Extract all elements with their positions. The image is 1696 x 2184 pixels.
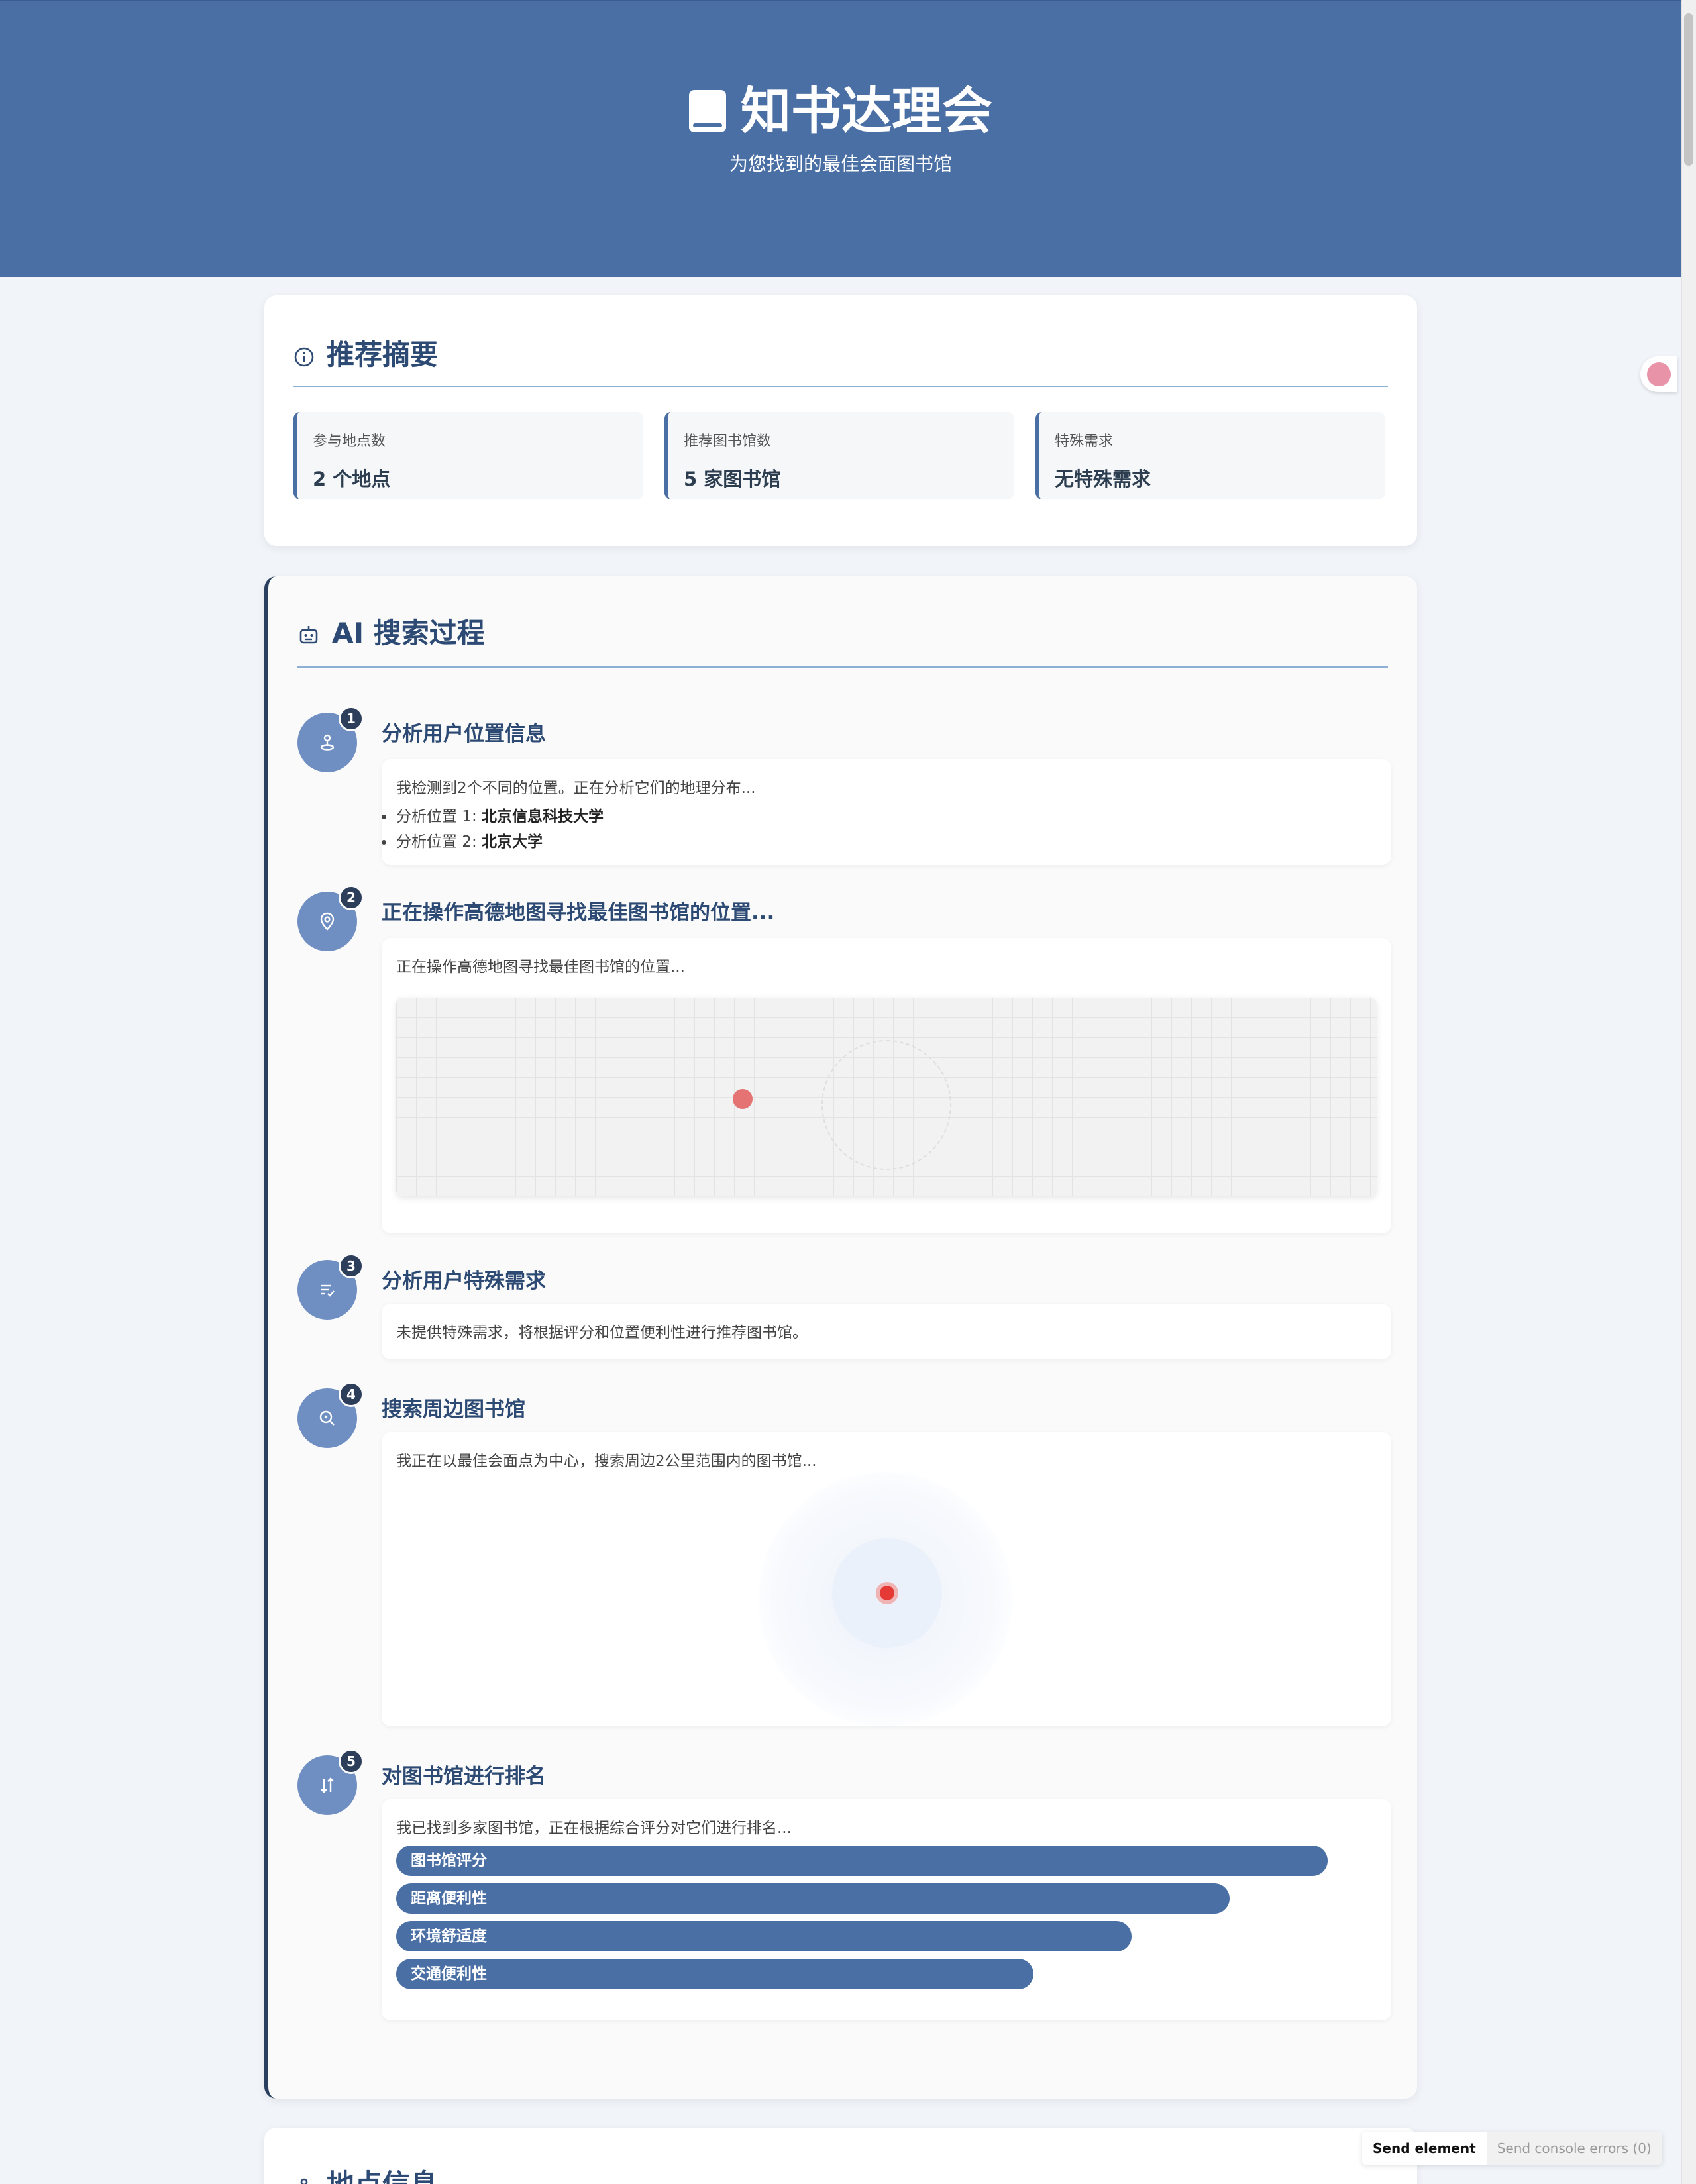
step-number: 5	[339, 1749, 364, 1774]
step-5-icon-circle: 5	[297, 1749, 364, 1815]
location-title: 地点信息	[293, 2162, 438, 2184]
ai-title: AI 搜索过程	[297, 611, 485, 651]
send-element-button[interactable]: Send element	[1362, 2132, 1487, 2165]
list-item-prefix: 分析位置 1:	[396, 808, 482, 825]
list-item: 分析位置 1: 北京信息科技大学	[382, 804, 1377, 829]
scroll-thumb[interactable]	[1684, 13, 1693, 166]
info-icon	[294, 347, 314, 366]
ai-process-card: AI 搜索过程 1 分析用户位置信息 我检测到2个不同的位置。正在分析它们的地理…	[264, 576, 1417, 2099]
list-item-name: 北京信息科技大学	[482, 808, 604, 825]
map-pin-person-icon	[300, 2178, 308, 2184]
robot-icon	[299, 625, 318, 643]
step-number: 2	[339, 885, 364, 910]
stat-label: 特殊需求	[1055, 433, 1114, 450]
location-title-text: 地点信息	[327, 2168, 438, 2184]
step-1-icon-circle: 1	[297, 706, 364, 772]
stat-value: 2 个地点	[313, 468, 391, 490]
map-marker	[733, 1089, 753, 1109]
step-4-text: 我正在以最佳会面点为中心，搜索周边2公里范围内的图书馆...	[396, 1453, 817, 1470]
devtools-send-group: Send element Send console errors (0)	[1362, 2132, 1662, 2165]
ai-divider	[297, 666, 1388, 668]
location-card: 地点信息	[264, 2128, 1417, 2184]
step-3-content: 未提供特殊需求，将根据评分和位置便利性进行推荐图书馆。	[382, 1304, 1391, 1359]
step-5-text: 我已找到多家图书馆，正在根据综合评分对它们进行排名...	[396, 1820, 792, 1837]
summary-title: 推荐摘要	[293, 333, 438, 373]
list-item: 分析位置 2: 北京大学	[382, 829, 1377, 855]
map-search-ring	[822, 1040, 951, 1170]
app-title-text: 知书达理会	[741, 81, 992, 140]
step-number: 1	[339, 706, 364, 731]
ranking-bars: 图书馆评分 距离便利性 环境舒适度 交通便利性	[396, 1846, 1377, 1989]
stat-libraries: 推荐图书馆数 5 家图书馆	[664, 412, 1014, 499]
summary-title-text: 推荐摘要	[327, 338, 439, 371]
step-4-content: 我正在以最佳会面点为中心，搜索周边2公里范围内的图书馆...	[382, 1432, 1391, 1726]
app-title: 知书达理会	[0, 70, 1681, 143]
stat-value: 无特殊需求	[1055, 468, 1151, 490]
translate-icon	[1647, 362, 1671, 386]
step-2-title: 正在操作高德地图寻找最佳图书馆的位置...	[382, 901, 775, 925]
radar-center-marker	[876, 1582, 898, 1604]
book-icon	[689, 90, 726, 132]
stat-label: 参与地点数	[313, 433, 386, 450]
step-2-text: 正在操作高德地图寻找最佳图书馆的位置...	[396, 959, 685, 976]
step-2-content: 正在操作高德地图寻找最佳图书馆的位置...	[382, 938, 1391, 1233]
step-number: 4	[339, 1382, 364, 1407]
step-5-title: 对图书馆进行排名	[382, 1765, 546, 1789]
map-preview[interactable]	[396, 998, 1377, 1196]
search-location-icon	[319, 1410, 335, 1426]
step-3-text: 未提供特殊需求，将根据评分和位置便利性进行推荐图书馆。	[396, 1324, 808, 1341]
list-item-name: 北京大学	[482, 833, 543, 851]
stat-label: 推荐图书馆数	[684, 433, 772, 450]
step-number: 3	[339, 1253, 364, 1278]
step-1-text: 我检测到2个不同的位置。正在分析它们的地理分布...	[396, 780, 756, 797]
ranking-bar: 交通便利性	[396, 1959, 1034, 1989]
list-check-icon	[321, 1284, 335, 1297]
stat-value: 5 家图书馆	[684, 468, 781, 490]
ai-title-text: AI 搜索过程	[332, 617, 485, 649]
summary-divider	[293, 386, 1388, 387]
step-1-content: 我检测到2个不同的位置。正在分析它们的地理分布... 分析位置 1: 北京信息科…	[382, 759, 1391, 865]
translate-widget[interactable]	[1640, 356, 1677, 392]
ranking-bar: 环境舒适度	[396, 1921, 1132, 1951]
summary-card: 推荐摘要 参与地点数 2 个地点 推荐图书馆数 5 家图书馆 特殊需求 无特殊需…	[264, 295, 1417, 546]
step-1-title: 分析用户位置信息	[382, 722, 546, 746]
step-3-icon-circle: 3	[297, 1253, 364, 1320]
step-5-content: 我已找到多家图书馆，正在根据综合评分对它们进行排名... 图书馆评分 距离便利性…	[382, 1799, 1391, 2020]
location-list: 分析位置 1: 北京信息科技大学 分析位置 2: 北京大学	[382, 804, 1377, 855]
sort-icon	[321, 1777, 334, 1793]
step-3-title: 分析用户特殊需求	[382, 1269, 546, 1293]
ranking-bar: 距离便利性	[396, 1883, 1230, 1914]
ranking-bar: 图书馆评分	[396, 1846, 1328, 1876]
step-4-icon-circle: 4	[297, 1382, 364, 1448]
stat-special-needs: 特殊需求 无特殊需求	[1035, 412, 1385, 499]
step-4-title: 搜索周边图书馆	[382, 1398, 525, 1422]
stat-locations: 参与地点数 2 个地点	[293, 412, 643, 499]
app-subtitle: 为您找到的最佳会面图书馆	[729, 153, 952, 175]
send-console-errors-button[interactable]: Send console errors (0)	[1486, 2132, 1662, 2165]
page-scrollbar[interactable]	[1681, 0, 1696, 2184]
list-item-prefix: 分析位置 2:	[396, 833, 482, 851]
step-2-icon-circle: 2	[297, 885, 364, 951]
map-pin-person-icon	[320, 734, 335, 751]
location-pin-icon	[320, 912, 335, 931]
